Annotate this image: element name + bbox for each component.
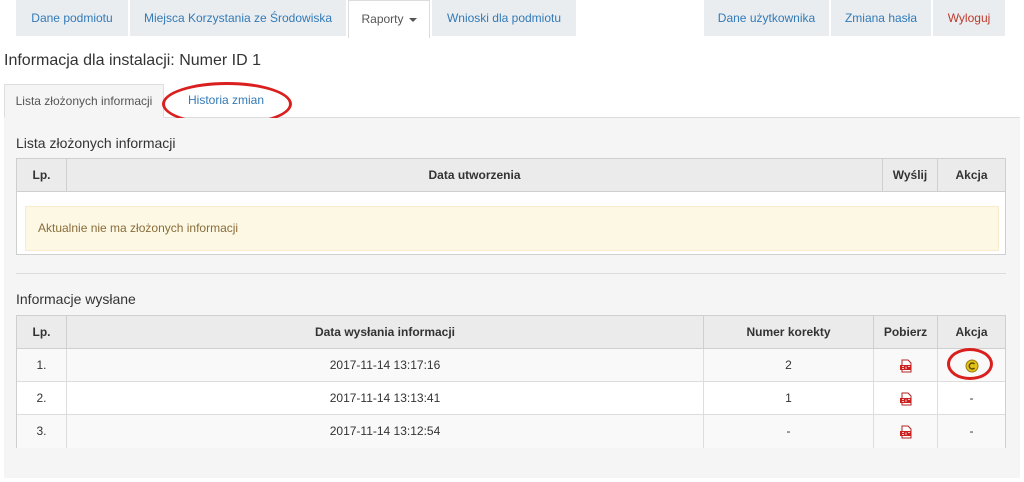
- nav-dane-podmiotu-label: Dane podmiotu: [31, 11, 113, 25]
- caret-down-icon: [408, 17, 417, 22]
- section-divider: [16, 273, 1006, 274]
- row-lp: 3.: [17, 415, 67, 448]
- tab-lista-zlozonych-label: Lista złożonych informacji: [15, 94, 153, 108]
- row-download-cell: [874, 349, 938, 382]
- row-download-cell: [874, 382, 938, 415]
- row-correction: 1: [704, 382, 874, 415]
- col-akcja: Akcja: [955, 325, 988, 339]
- nav-wnioski[interactable]: Wnioski dla podmiotu: [432, 0, 576, 36]
- row-lp: 1.: [17, 349, 67, 382]
- nav-miejsca-korzystania[interactable]: Miejsca Korzystania ze Środowiska: [130, 0, 346, 36]
- nav-zmiana-hasla[interactable]: Zmiana hasła: [831, 0, 931, 36]
- row-date: 2017-11-14 13:12:54: [67, 415, 704, 448]
- row-lp: 2.: [17, 382, 67, 415]
- tab-historia-zmian-label: Historia zmian: [187, 93, 265, 107]
- nav-dane-podmiotu[interactable]: Dane podmiotu: [16, 0, 128, 36]
- col-data-wyslania: Data wysłania informacji: [67, 316, 704, 349]
- submitted-table-header: Lp. Data utworzenia Wyślij Akcja: [17, 159, 1005, 192]
- pdf-icon[interactable]: [899, 359, 913, 373]
- submitted-section-title: Lista złożonych informacji: [16, 135, 176, 151]
- col-lp: Lp.: [17, 316, 67, 349]
- sent-section-title: Informacje wysłane: [16, 291, 136, 307]
- submitted-table: Lp. Data utworzenia Wyślij Akcja Aktualn…: [16, 158, 1006, 255]
- col-pobierz: Pobierz: [874, 316, 938, 349]
- nav-dane-uzytkownika[interactable]: Dane użytkownika: [704, 0, 829, 36]
- sent-table: Lp. Data wysłania informacji Numer korek…: [16, 315, 1006, 448]
- row-action: -: [969, 391, 974, 405]
- tab-historia-zmian[interactable]: Historia zmian: [174, 84, 278, 118]
- row-correction: 2: [704, 349, 874, 382]
- col-data-utworzenia: Data utworzenia: [67, 159, 883, 192]
- table-row: 1. 2017-11-14 13:17:16 2: [17, 349, 1005, 382]
- top-navbar: Dane podmiotu Miejsca Korzystania ze Śro…: [0, 0, 1024, 38]
- col-akcja: Akcja: [955, 168, 988, 182]
- row-action: -: [969, 424, 974, 438]
- pdf-icon[interactable]: [899, 392, 913, 406]
- table-row: 2. 2017-11-14 13:13:41 1 -: [17, 382, 1005, 415]
- content-panel: Lista złożonych informacji Lp. Data utwo…: [4, 118, 1020, 478]
- nav-raporty-dropdown[interactable]: Raporty: [348, 0, 430, 38]
- table-row: 3. 2017-11-14 13:12:54 - -: [17, 415, 1005, 448]
- col-lp: Lp.: [17, 159, 67, 192]
- nav-raporty-label: Raporty: [361, 12, 404, 26]
- nav-dane-uzytkownika-label: Dane użytkownika: [717, 11, 816, 25]
- tab-bar: Lista złożonych informacji Historia zmia…: [4, 84, 1020, 118]
- row-download-cell: [874, 415, 938, 448]
- row-correction: -: [704, 415, 874, 448]
- nav-zmiana-hasla-label: Zmiana hasła: [844, 11, 918, 25]
- empty-list-alert: Aktualnie nie ma złożonych informacji: [25, 206, 999, 251]
- nav-wnioski-label: Wnioski dla podmiotu: [446, 11, 562, 25]
- pdf-icon[interactable]: [899, 425, 913, 439]
- row-date: 2017-11-14 13:13:41: [67, 382, 704, 415]
- sent-table-header: Lp. Data wysłania informacji Numer korek…: [17, 316, 1005, 349]
- row-action-cell: [938, 349, 1005, 382]
- nav-miejsca-korzystania-label: Miejsca Korzystania ze Środowiska: [143, 11, 333, 25]
- col-wyslij: Wyślij: [883, 159, 938, 192]
- nav-wyloguj[interactable]: Wyloguj: [933, 0, 1005, 36]
- col-numer-korekty: Numer korekty: [704, 316, 874, 349]
- tab-lista-zlozonych[interactable]: Lista złożonych informacji: [4, 84, 164, 118]
- correction-icon[interactable]: [965, 359, 979, 373]
- page-title: Informacja dla instalacji: Numer ID 1: [4, 52, 261, 69]
- nav-wyloguj-label: Wyloguj: [947, 11, 991, 25]
- row-date: 2017-11-14 13:17:16: [67, 349, 704, 382]
